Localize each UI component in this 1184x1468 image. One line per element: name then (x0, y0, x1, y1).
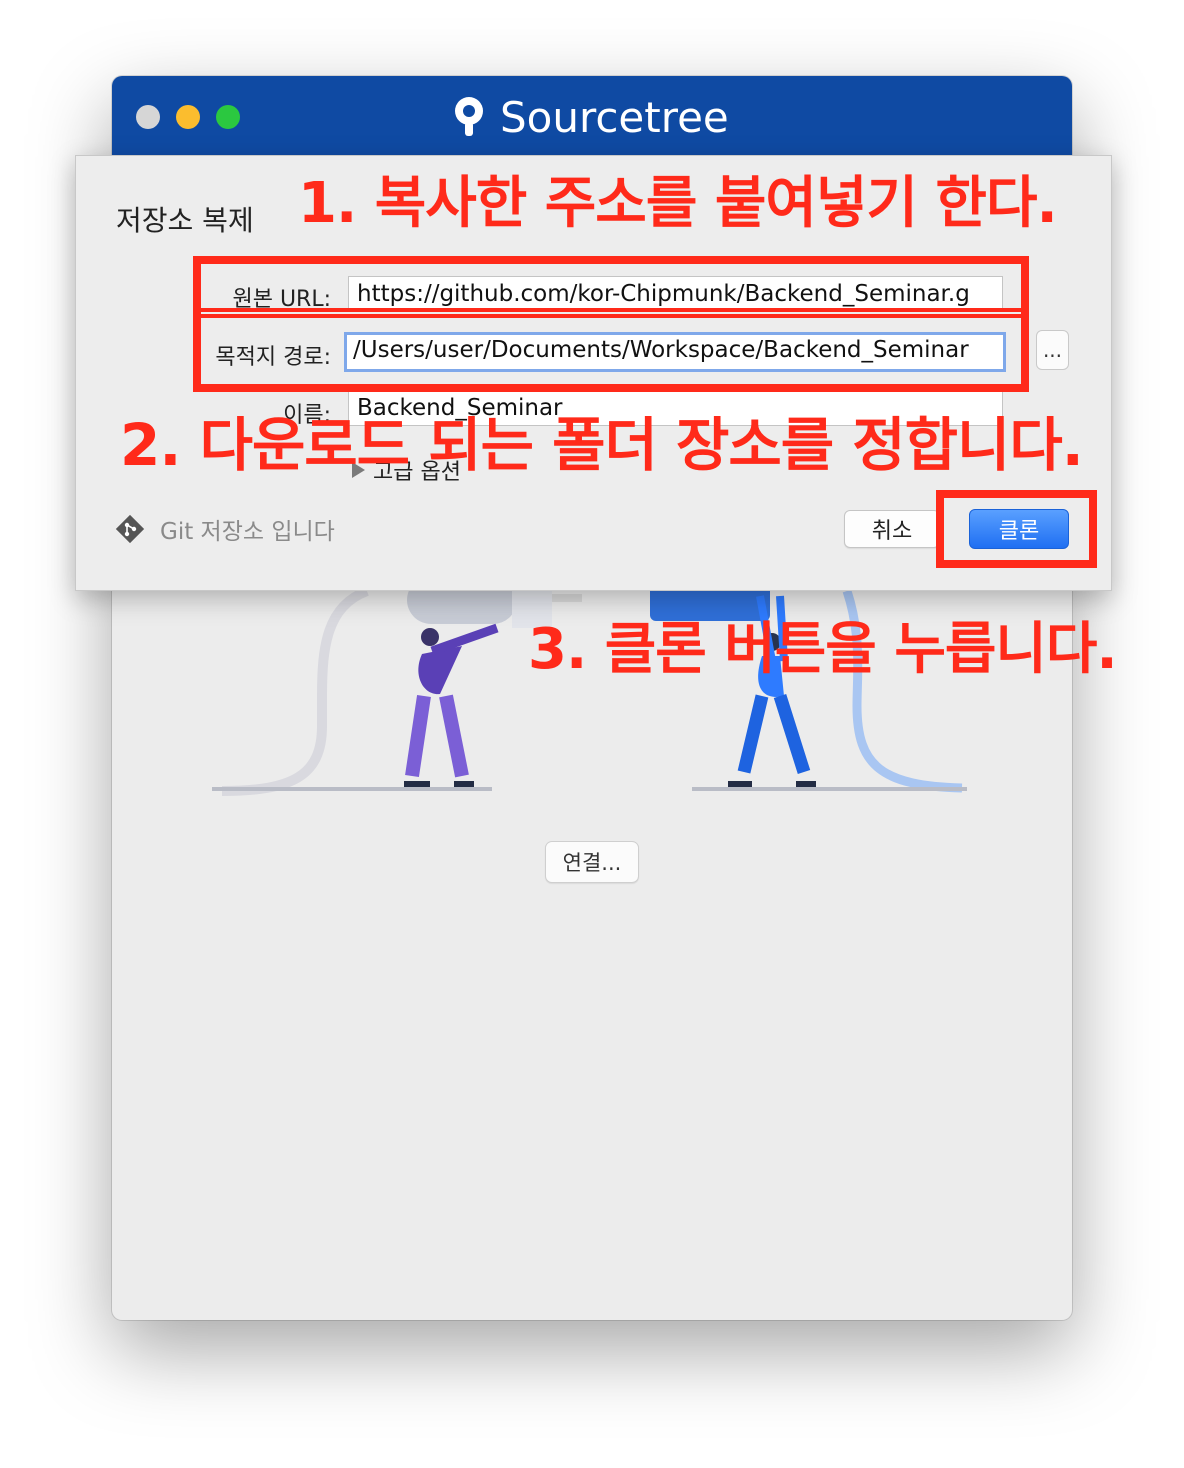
connect-button[interactable]: 연결... (545, 841, 639, 883)
highlight-clone-button (936, 490, 1097, 568)
annotation-step3: 3. 클론 버튼을 누릅니다. (528, 617, 1118, 682)
cancel-button[interactable]: 취소 (844, 510, 940, 548)
browse-folder-button[interactable]: ... (1036, 330, 1069, 370)
git-diamond-icon (115, 514, 145, 544)
highlight-divider (199, 308, 1024, 318)
dialog-title: 저장소 복제 (116, 204, 254, 237)
annotation-step2: 2. 다운로드 되는 폴더 장소를 정합니다. (120, 411, 1084, 479)
repo-type-indicator: Git 저장소 입니다 (114, 512, 335, 546)
highlight-url-and-path (193, 256, 1029, 392)
annotation-step1: 1. 복사한 주소를 붙여넣기 한다. (298, 171, 1058, 236)
repo-type-label: Git 저장소 입니다 (160, 519, 335, 545)
